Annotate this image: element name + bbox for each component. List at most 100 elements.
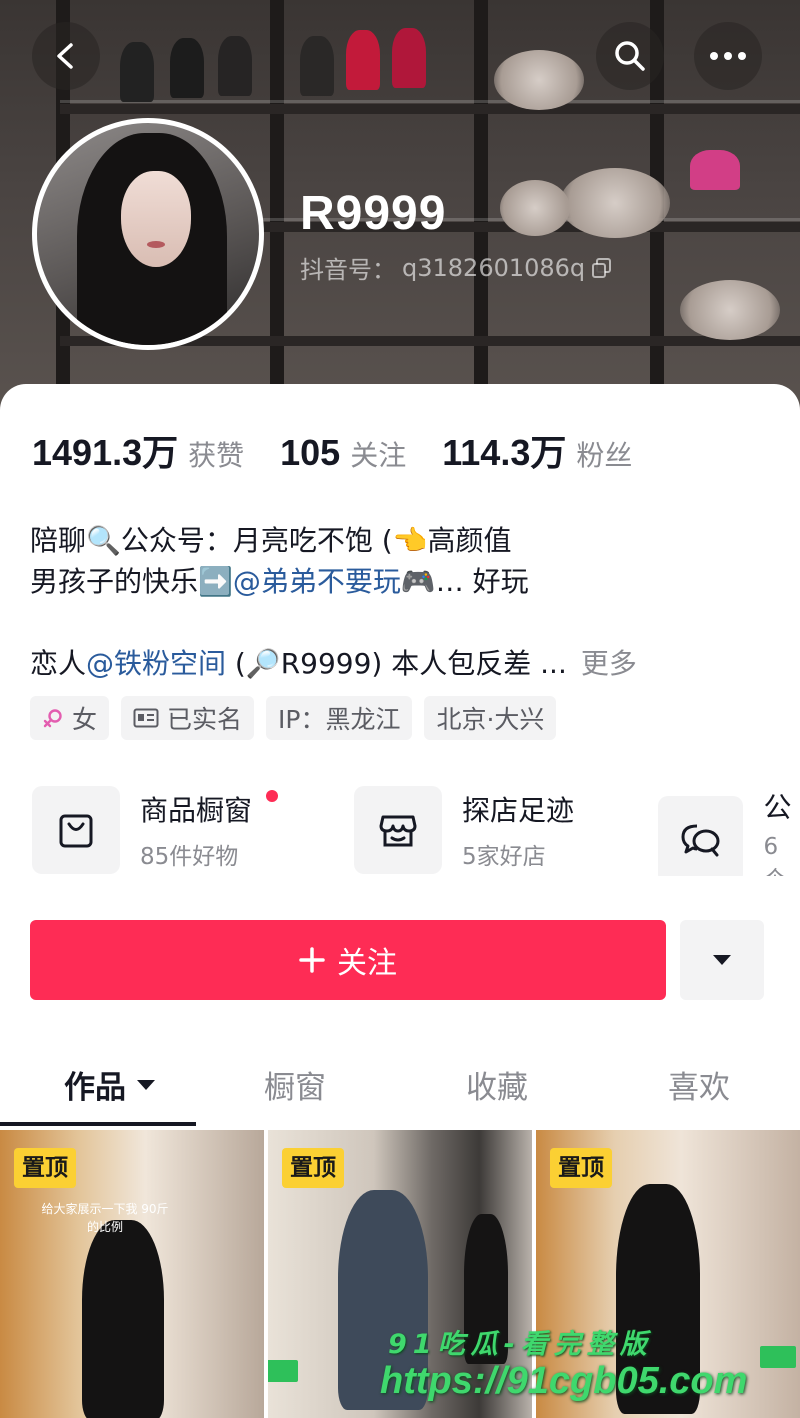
follow-label: 关注 xyxy=(337,946,397,981)
bio-line-3: 恋人@铁粉空间 (🔎R9999) 本人包反差 ... 更多 xyxy=(30,642,637,682)
search-icon xyxy=(615,41,645,71)
exit-sign xyxy=(760,1346,796,1368)
store-icon-box xyxy=(354,786,442,874)
shoe xyxy=(120,42,154,102)
shopping-bag-icon xyxy=(59,814,93,848)
following-label: 关注 xyxy=(350,439,407,472)
store-icon xyxy=(379,815,417,847)
feature-subtitle: 6个 xyxy=(763,834,786,876)
verified-text: 已实名 xyxy=(167,705,243,734)
more-link[interactable]: 更多 xyxy=(581,647,637,680)
shoe xyxy=(218,36,252,96)
caret-down-icon xyxy=(713,955,731,965)
tab-label: 作品 xyxy=(64,1070,126,1106)
store-visits-entry[interactable]: 探店足迹 5家好店 xyxy=(354,786,574,874)
likes-count[interactable]: 1491.3万 xyxy=(32,424,178,476)
active-tab-indicator xyxy=(0,1122,196,1126)
shopping-bag-icon-box xyxy=(32,786,120,874)
shelf-column xyxy=(474,0,488,420)
caret-down-icon xyxy=(137,1079,155,1090)
watermark-url: https://91cgb05.com xyxy=(380,1360,748,1402)
ip-text: IP：黑龙江 xyxy=(278,705,401,734)
fluffy-slipper xyxy=(680,280,780,340)
bio-text: … 好玩 xyxy=(435,565,529,598)
more-dots-icon xyxy=(710,52,746,60)
tab-works[interactable]: 作品 xyxy=(64,1062,156,1107)
bio-line-2: 男孩子的快乐➡️@弟弟不要玩🎮… 好玩 xyxy=(30,561,770,602)
feature-subtitle: 5家好店 xyxy=(462,844,546,870)
likes-label: 获赞 xyxy=(188,439,245,472)
gender-text: 女 xyxy=(72,705,98,734)
pinned-badge: 置顶 xyxy=(282,1148,344,1188)
female-symbol-icon xyxy=(43,709,62,728)
shoe xyxy=(690,150,740,190)
feature-subtitle: 85件好物 xyxy=(140,844,239,870)
shelf-light xyxy=(60,100,800,103)
plus-icon xyxy=(299,947,325,973)
chat-bubbles-icon-box xyxy=(658,796,744,876)
mention-link[interactable]: @铁粉空间 xyxy=(86,647,226,680)
location-text: 北京·大兴 xyxy=(436,705,545,734)
mention-link[interactable]: @弟弟不要玩🎮 xyxy=(233,565,436,598)
avatar-face xyxy=(121,171,191,267)
followers-count[interactable]: 114.3万 xyxy=(442,424,566,476)
chat-bubbles-icon xyxy=(681,824,720,857)
follow-button[interactable]: 关注 xyxy=(30,920,666,1000)
feature-title: 公 xyxy=(763,791,792,824)
shoe xyxy=(392,28,426,88)
content-tabs: 作品 橱窗 收藏 喜欢 xyxy=(0,1044,800,1126)
id-card-icon xyxy=(133,708,159,728)
shelf-column xyxy=(270,0,284,420)
profile-banner: R9999 抖音号： q3182601086q xyxy=(0,0,800,420)
avatar[interactable] xyxy=(32,118,264,350)
followers-label: 粉丝 xyxy=(576,439,633,472)
shoe xyxy=(300,36,334,96)
person-figure xyxy=(82,1220,164,1418)
verified-tag: 已实名 xyxy=(121,696,255,740)
bio-text: 男孩子的快乐➡️ xyxy=(30,565,233,598)
recommend-dropdown-button[interactable] xyxy=(680,920,764,1000)
gender-tag: 女 xyxy=(30,696,110,740)
tab-label: 橱窗 xyxy=(264,1070,326,1106)
douyin-id-row[interactable]: 抖音号： q3182601086q xyxy=(300,250,613,285)
location-tag: 北京·大兴 xyxy=(424,696,557,740)
tab-label: 收藏 xyxy=(466,1070,528,1106)
stats-row: 1491.3万 获赞 105 关注 114.3万 粉丝 xyxy=(32,424,668,476)
shoe xyxy=(170,38,204,98)
watermark-title: 91吃瓜-看完整版 xyxy=(388,1329,653,1360)
shoe xyxy=(346,30,380,90)
more-button[interactable] xyxy=(694,22,762,90)
feature-shortcuts: 商品橱窗 85件好物 探店足迹 5家好店 公 6 xyxy=(32,786,800,876)
feature-title: 探店足迹 xyxy=(462,794,575,827)
tab-label: 喜欢 xyxy=(668,1070,730,1106)
douyin-id-label: 抖音号： xyxy=(300,256,396,284)
bio-line-1: 陪聊🔍公众号：月亮吃不饱 (👈高颜值 xyxy=(30,524,512,557)
tab-shop-window[interactable]: 橱窗 xyxy=(264,1062,326,1107)
shelf-row xyxy=(60,104,800,114)
exit-sign xyxy=(268,1360,298,1382)
bio: 陪聊🔍公众号：月亮吃不饱 (👈高颜值 男孩子的快乐➡️@弟弟不要玩🎮… 好玩 xyxy=(30,520,770,602)
video-thumbnail[interactable]: 给大家展示一下我 90斤的比例 置顶 xyxy=(0,1130,264,1418)
fluffy-slipper xyxy=(560,168,670,238)
tab-likes[interactable]: 喜欢 xyxy=(668,1062,730,1107)
pinned-badge: 置顶 xyxy=(550,1148,612,1188)
ip-tag: IP：黑龙江 xyxy=(266,696,413,740)
pinned-badge: 置顶 xyxy=(14,1148,76,1188)
profile-card: 1491.3万 获赞 105 关注 114.3万 粉丝 陪聊🔍公众号：月亮吃不饱… xyxy=(0,384,800,1418)
notification-dot xyxy=(266,790,278,802)
bio-text: (🔎R9999) 本人包反差 ... xyxy=(226,647,567,680)
fluffy-slipper xyxy=(500,180,570,236)
search-button[interactable] xyxy=(596,22,664,90)
fluffy-slipper xyxy=(494,50,584,110)
tab-favorites[interactable]: 收藏 xyxy=(466,1062,528,1107)
video-caption: 给大家展示一下我 90斤的比例 xyxy=(41,1202,169,1234)
following-count[interactable]: 105 xyxy=(280,432,340,474)
feature-title: 商品橱窗 xyxy=(140,794,253,827)
shop-window-entry[interactable]: 商品橱窗 85件好物 xyxy=(32,786,278,874)
douyin-id-value: q3182601086q xyxy=(402,253,586,282)
back-arrow-icon xyxy=(57,43,73,69)
back-button[interactable] xyxy=(32,22,100,90)
copy-icon[interactable] xyxy=(591,257,613,279)
group-chat-entry[interactable]: 公 6个 xyxy=(658,786,800,876)
bio-text: 恋人 xyxy=(30,647,87,680)
